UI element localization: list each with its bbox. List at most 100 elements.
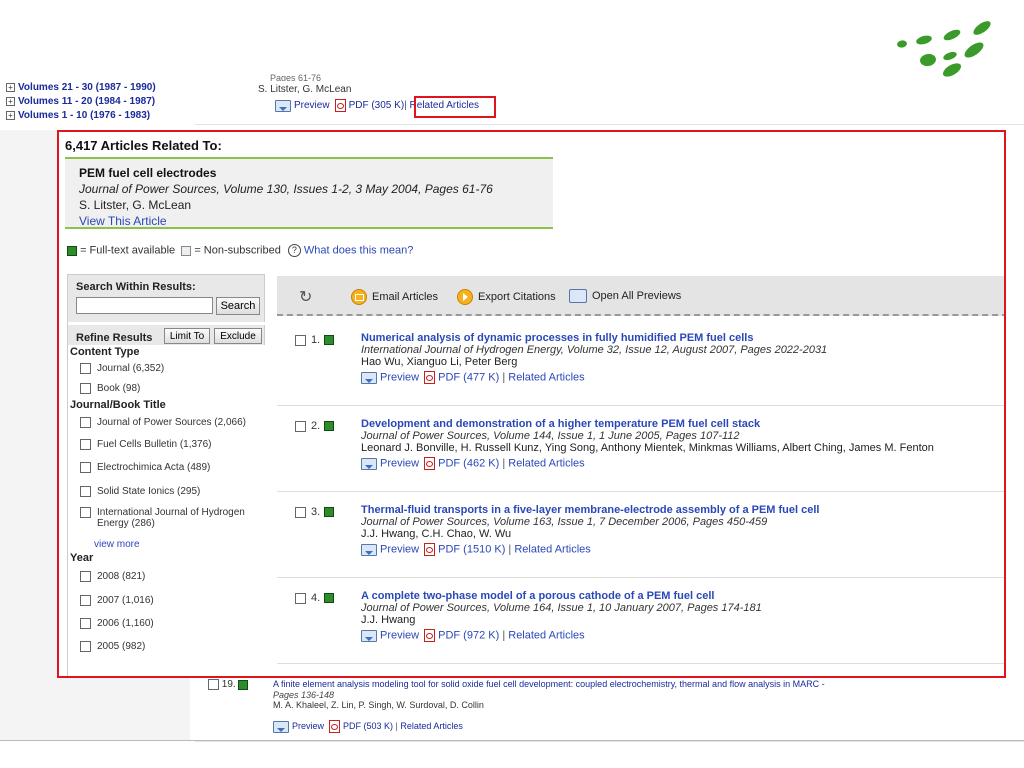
result-authors: Leonard J. Bonville, H. Russell Kunz, Yi… xyxy=(361,442,934,454)
result-number: 4. xyxy=(295,592,335,604)
result-checkbox[interactable] xyxy=(295,420,306,432)
pdf-link[interactable]: PDF (305 K) xyxy=(349,100,405,111)
legend-nonsubscribed: = Non-subscribed xyxy=(194,244,281,257)
facet-item[interactable]: Solid State Ionics (295) xyxy=(80,486,200,497)
facet-checkbox[interactable] xyxy=(80,363,91,374)
expand-icon[interactable]: + xyxy=(6,82,15,92)
facet-checkbox[interactable] xyxy=(80,383,91,394)
facet-checkbox[interactable] xyxy=(80,417,91,428)
facet-checkbox[interactable] xyxy=(80,462,91,473)
preview-link[interactable]: Preview xyxy=(380,629,419,641)
preview-icon xyxy=(361,457,377,470)
divider xyxy=(0,740,1024,741)
help-icon[interactable]: ? xyxy=(287,244,301,257)
facet-checkbox[interactable] xyxy=(80,439,91,450)
result-authors: J.J. Hwang, C.H. Chao, W. Wu xyxy=(361,528,512,540)
result-number: 1. xyxy=(295,334,335,346)
facet-item[interactable]: 2008 (821) xyxy=(80,571,145,582)
limit-to-button[interactable]: Limit To xyxy=(164,328,210,344)
preview-link[interactable]: Preview xyxy=(292,721,324,731)
preview-icon xyxy=(273,720,289,733)
facet-item[interactable]: Book (98) xyxy=(80,383,140,394)
facet-item[interactable]: Electrochimica Acta (489) xyxy=(80,462,210,473)
open-all-previews-button[interactable]: Open All Previews xyxy=(569,289,681,303)
preview-link[interactable]: Preview xyxy=(380,371,419,383)
result-title-link[interactable]: Thermal-fluid transports in a five-layer… xyxy=(361,504,1001,516)
view-article-link[interactable]: View This Article xyxy=(79,213,553,229)
related-articles-link[interactable]: Related Articles xyxy=(508,457,584,469)
result-checkbox[interactable] xyxy=(295,334,306,346)
volume-link[interactable]: + Volumes 11 - 20 (1984 - 1987) xyxy=(6,96,155,107)
bg-result-authors: M. A. Khaleel, Z. Lin, P. Singh, W. Surd… xyxy=(273,700,484,710)
results-toolbar: ↻ Email Articles Export Citations Open A… xyxy=(277,276,1004,316)
previews-icon xyxy=(569,289,587,303)
fulltext-icon xyxy=(324,507,335,518)
facet-item[interactable]: Journal of Power Sources (2,066) xyxy=(80,417,246,428)
volume-link[interactable]: + Volumes 1 - 10 (1976 - 1983) xyxy=(6,110,150,121)
fulltext-icon xyxy=(324,335,335,346)
original-article-journal: Journal of Power Sources, Volume 130, Is… xyxy=(79,182,493,196)
logo xyxy=(897,21,991,77)
facet-item[interactable]: International Journal of Hydrogen Energy… xyxy=(80,507,250,529)
facet-item[interactable]: Fuel Cells Bulletin (1,376) xyxy=(80,439,212,450)
preview-link[interactable]: Preview xyxy=(380,457,419,469)
divider xyxy=(68,322,266,325)
result-journal: Journal of Power Sources, Volume 163, Is… xyxy=(361,516,768,528)
search-within-heading: Search Within Results: xyxy=(76,281,196,293)
related-articles-link[interactable]: Related Articles xyxy=(400,721,463,731)
related-articles-popup: 6,417 Articles Related To: PEM fuel cell… xyxy=(57,130,1006,678)
result-checkbox[interactable] xyxy=(295,592,306,604)
pdf-link[interactable]: PDF (972 K) xyxy=(438,629,499,641)
pdf-icon xyxy=(424,543,436,556)
preview-icon xyxy=(361,543,377,556)
related-articles-link[interactable]: Related Articles xyxy=(508,629,584,641)
related-articles-link[interactable]: Related Articles xyxy=(508,371,584,383)
export-citations-button[interactable]: Export Citations xyxy=(457,289,556,305)
facet-checkbox[interactable] xyxy=(80,507,91,518)
volume-link[interactable]: + Volumes 21 - 30 (1987 - 1990) xyxy=(6,82,156,93)
facet-checkbox[interactable] xyxy=(80,595,91,606)
facet-checkbox[interactable] xyxy=(80,571,91,582)
email-articles-button[interactable]: Email Articles xyxy=(351,289,438,305)
view-more-link[interactable]: view more xyxy=(94,539,140,550)
result-title-link[interactable]: Development and demonstration of a highe… xyxy=(361,418,1001,430)
preview-link[interactable]: Preview xyxy=(380,543,419,555)
related-articles-link[interactable]: Related Articles xyxy=(514,543,590,555)
expand-icon[interactable]: + xyxy=(6,96,15,106)
pdf-link[interactable]: PDF (477 K) xyxy=(438,371,499,383)
facet-item[interactable]: Journal (6,352) xyxy=(80,363,164,374)
result-checkbox[interactable] xyxy=(208,679,219,690)
facet-checkbox[interactable] xyxy=(80,486,91,497)
exclude-button[interactable]: Exclude xyxy=(214,328,262,344)
facet-item[interactable]: 2007 (1,016) xyxy=(80,595,154,606)
fulltext-icon xyxy=(324,593,335,604)
facet-item[interactable]: 2006 (1,160) xyxy=(80,618,154,629)
expand-icon[interactable]: + xyxy=(6,110,15,120)
bg-result-title[interactable]: A finite element analysis modeling tool … xyxy=(273,679,825,689)
fulltext-icon xyxy=(67,245,77,256)
bg-result-pages: Pages 136-148 xyxy=(273,690,335,700)
result-item: 3. Thermal-fluid transports in a five-la… xyxy=(277,492,1004,578)
popup-heading: 6,417 Articles Related To: xyxy=(65,138,222,153)
pdf-link[interactable]: PDF (1510 K) xyxy=(438,543,505,555)
preview-link[interactable]: Preview xyxy=(294,100,330,111)
result-title-link[interactable]: A complete two-phase model of a porous c… xyxy=(361,590,1001,602)
result-authors: J.J. Hwang xyxy=(361,614,416,626)
facet-checkbox[interactable] xyxy=(80,641,91,652)
facet-checkbox[interactable] xyxy=(80,618,91,629)
facet-item[interactable]: 2005 (982) xyxy=(80,641,145,652)
pdf-link[interactable]: PDF (503 K) xyxy=(343,721,393,731)
search-within-input[interactable] xyxy=(76,297,213,314)
content-type-heading: Content Type xyxy=(70,346,140,358)
result-number: 2. xyxy=(295,420,335,432)
help-link[interactable]: What does this mean? xyxy=(304,244,413,256)
refresh-icon[interactable]: ↻ xyxy=(299,287,312,307)
result-checkbox[interactable] xyxy=(295,506,306,518)
bg-article-pages: Pages 61-76 xyxy=(270,73,322,81)
result-title-link[interactable]: Numerical analysis of dynamic processes … xyxy=(361,332,1001,344)
year-heading: Year xyxy=(70,552,94,564)
bg-result-links: Preview PDF (503 K) | Related Articles xyxy=(273,720,463,733)
pdf-link[interactable]: PDF (462 K) xyxy=(438,457,499,469)
search-button[interactable]: Search xyxy=(216,297,260,315)
preview-icon xyxy=(361,629,377,642)
